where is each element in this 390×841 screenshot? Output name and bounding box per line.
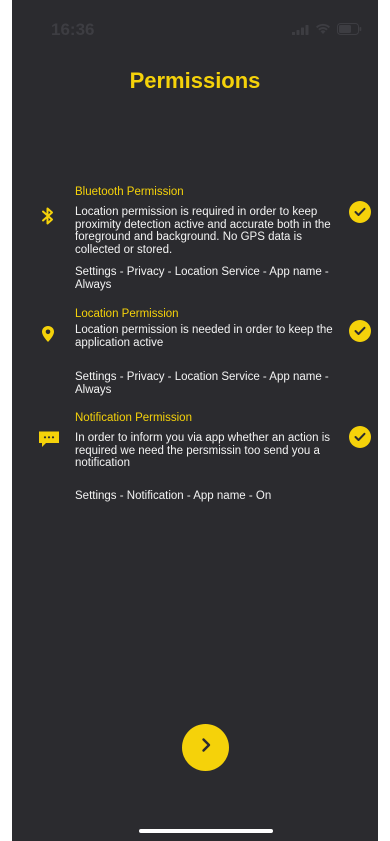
checkmark-icon[interactable] xyxy=(349,320,371,342)
chat-bubble-icon xyxy=(38,427,60,451)
home-indicator[interactable] xyxy=(139,829,273,833)
permissions-screen: 16:36 Permissions Bluetooth Permission L… xyxy=(12,0,378,841)
checkmark-icon[interactable] xyxy=(349,201,371,223)
next-button[interactable] xyxy=(182,724,229,771)
permission-title: Notification Permission xyxy=(75,412,192,424)
permission-description: Location permission is needed in order t… xyxy=(75,324,333,349)
wifi-icon xyxy=(315,22,331,40)
permission-settings-path: Settings - Notification - App name - On xyxy=(75,490,272,502)
permission-settings-path: Settings - Privacy - Location Service - … xyxy=(75,371,329,396)
permission-title: Bluetooth Permission xyxy=(75,186,184,198)
signal-icon xyxy=(292,22,309,40)
status-time: 16:36 xyxy=(51,20,95,39)
permission-description: Location permission is required in order… xyxy=(75,206,331,256)
status-icons xyxy=(292,22,362,40)
page-title: Permissions xyxy=(129,68,261,93)
checkmark-icon[interactable] xyxy=(349,426,371,448)
permission-title: Location Permission xyxy=(75,308,179,320)
location-pin-icon xyxy=(36,322,60,346)
bluetooth-icon xyxy=(36,204,60,228)
battery-icon xyxy=(337,22,362,40)
permission-description: In order to inform you via app whether a… xyxy=(75,432,331,469)
status-bar: 16:36 xyxy=(12,0,378,50)
permission-settings-path: Settings - Privacy - Location Service - … xyxy=(75,266,329,291)
chevron-right-icon xyxy=(199,737,213,758)
